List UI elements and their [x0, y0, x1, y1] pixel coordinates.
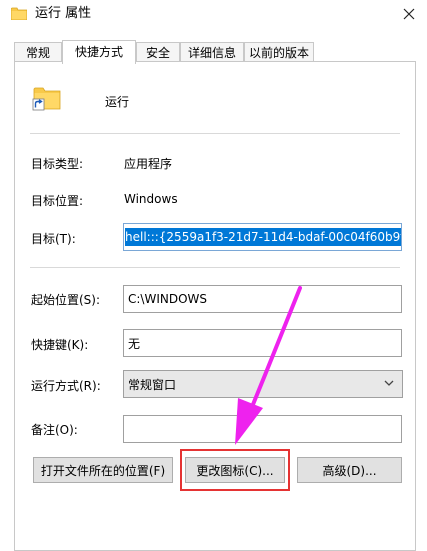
tab-previous-versions[interactable]: 以前的版本 [244, 42, 314, 62]
highlight-box [180, 449, 290, 491]
tab-security[interactable]: 安全 [136, 42, 180, 62]
comment-label: 备注(O): [31, 423, 78, 437]
start-in-input[interactable]: C:\WINDOWS [123, 285, 402, 313]
close-button[interactable] [397, 3, 421, 25]
folder-icon [11, 7, 27, 20]
shortcut-name: 运行 [105, 95, 130, 109]
divider-top [30, 133, 400, 134]
chevron-down-icon [384, 380, 394, 386]
start-in-input-value: C:\WINDOWS [128, 292, 208, 306]
close-icon [403, 8, 415, 20]
run-select-value: 常规窗口 [128, 377, 177, 392]
tab-details[interactable]: 详细信息 [180, 42, 244, 62]
start-in-label: 起始位置(S): [31, 293, 101, 307]
shortcut-key-input-value: 无 [128, 336, 141, 351]
title-bar[interactable]: 运行 属性 [0, 0, 427, 30]
run-select[interactable]: 常规窗口 [123, 370, 403, 398]
tab-shortcut[interactable]: 快捷方式 [62, 40, 136, 64]
target-input-value: hell:::{2559a1f3-21d7-11d4-bdaf-00c04f60… [125, 228, 401, 246]
shortcut-key-input[interactable]: 无 [123, 329, 402, 357]
window-title: 运行 属性 [35, 6, 92, 21]
target-location-value: Windows [124, 192, 178, 206]
run-label: 运行方式(R): [31, 379, 101, 393]
comment-input[interactable] [123, 415, 402, 443]
target-location-label: 目标位置: [31, 194, 84, 208]
target-type-value: 应用程序 [124, 157, 173, 171]
target-type-label: 目标类型: [31, 157, 84, 171]
open-file-location-button[interactable]: 打开文件所在的位置(F) [33, 457, 173, 483]
shortcut-key-label: 快捷键(K): [31, 338, 89, 352]
folder-shortcut-icon [32, 87, 61, 111]
properties-dialog: 运行 属性 常规 快捷方式 安全 详细信息 以前的版本 运行 目标类型: 应用程… [0, 0, 427, 551]
tab-general[interactable]: 常规 [14, 42, 62, 62]
divider-middle [30, 267, 400, 268]
target-label: 目标(T): [31, 232, 76, 246]
advanced-button[interactable]: 高级(D)... [297, 457, 402, 483]
target-input[interactable]: hell:::{2559a1f3-21d7-11d4-bdaf-00c04f60… [123, 223, 402, 251]
